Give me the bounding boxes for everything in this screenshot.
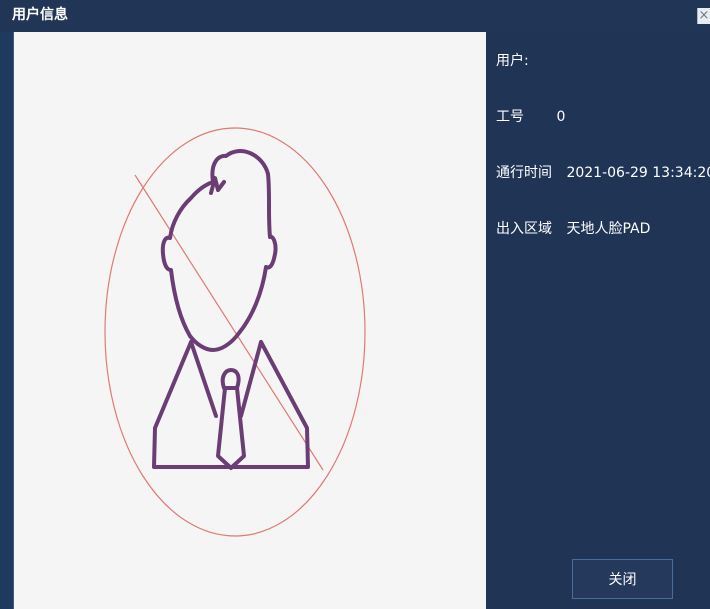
pass-time-label: 通行时间 bbox=[496, 165, 552, 181]
close-icon[interactable]: × bbox=[697, 8, 710, 24]
area-value: 天地人脸PAD bbox=[566, 221, 651, 237]
user-row: 用户: bbox=[496, 52, 543, 70]
pass-time-row: 通行时间 2021-06-29 13:34:20 bbox=[496, 164, 710, 182]
pass-time-value: 2021-06-29 13:34:20 bbox=[566, 165, 710, 181]
photo-panel bbox=[13, 32, 487, 609]
info-panel: 用户: 工号 0 通行时间 2021-06-29 13:34:20 出入区域 天… bbox=[486, 32, 710, 609]
employee-id-label: 工号 bbox=[496, 109, 524, 125]
person-figure bbox=[152, 149, 310, 470]
area-row: 出入区域 天地人脸PAD bbox=[496, 220, 650, 238]
title-bar[interactable]: 用户信息 × bbox=[0, 0, 710, 32]
user-info-window: 用户信息 × 用户: 工号 0 通行时间 2021-06-29 13:34:20… bbox=[0, 0, 710, 609]
area-label: 出入区域 bbox=[496, 221, 552, 237]
close-button[interactable]: 关闭 bbox=[572, 559, 673, 599]
user-label: 用户: bbox=[496, 53, 529, 69]
employee-id-row: 工号 0 bbox=[496, 108, 565, 126]
window-title: 用户信息 bbox=[12, 7, 68, 23]
prohibition-slash bbox=[134, 174, 324, 471]
no-photo-person-icon bbox=[104, 127, 366, 537]
employee-id-value: 0 bbox=[556, 109, 566, 125]
